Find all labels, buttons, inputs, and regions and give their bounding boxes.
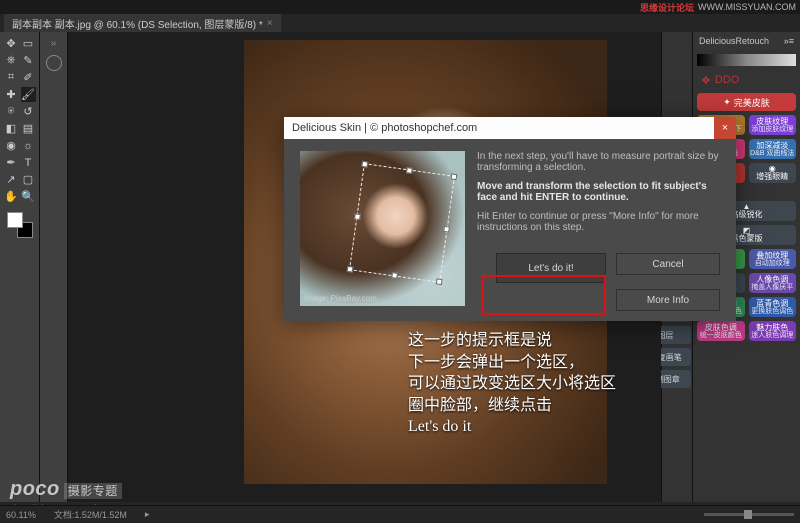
pro-badge-label: DDO [715, 74, 739, 87]
eyedropper-tool[interactable]: ✐ [21, 70, 36, 85]
dialog-text-2: Move and transform the selection to fit … [477, 181, 720, 203]
dialog-close-button[interactable]: × [714, 117, 736, 139]
dodge-burn-button[interactable]: 加深减淡D&B 双曲线法 [749, 139, 797, 159]
charm-skin-button[interactable]: 魅力肤色迷人肤色调理 [749, 321, 797, 341]
lasso-tool[interactable]: ⎈ [4, 53, 19, 68]
blue-tone-button[interactable]: 蓝青色调更换肤色调色 [749, 297, 797, 317]
skin-tone-button[interactable]: 皮肤色调统一皮肤颜色 [697, 321, 745, 341]
dialog-preview-image: Image: PixaBay.com [300, 151, 465, 306]
dialog-text-1: In the next step, you'll have to measure… [477, 151, 720, 173]
zoom-value[interactable]: 60.11% [6, 510, 36, 520]
dialog-text-3: Hit Enter to continue or press "More Inf… [477, 211, 720, 233]
image-credit: Image: PixaBay.com [304, 294, 377, 303]
close-icon[interactable]: × [267, 18, 273, 29]
eraser-tool[interactable]: ◧ [4, 121, 19, 136]
extension-panel-title: DeliciousRetouch [699, 36, 769, 46]
history-brush-tool[interactable]: ↺ [21, 104, 36, 119]
chevron-right-icon[interactable]: » [51, 38, 57, 49]
document-tab-label: 副本副本 副本.jpg @ 60.1% (DS Selection, 图层蒙版/… [12, 16, 263, 31]
marquee-tool[interactable]: ▭ [21, 36, 36, 51]
portrait-tone-button[interactable]: 人像色调掩盖人像厌平 [749, 273, 797, 293]
status-bar: 60.11% 文档:1.52M/1.52M ▸ [0, 505, 800, 523]
dialog-titlebar[interactable]: Delicious Skin | © photoshopchef.com × [284, 117, 736, 139]
shape-tool[interactable]: ▢ [21, 172, 36, 187]
cancel-button[interactable]: Cancel [616, 253, 720, 275]
blur-tool[interactable]: ◉ [4, 138, 19, 153]
site-watermark: 思缘设计论坛 WWW.MISSYUAN.COM [640, 0, 800, 14]
path-tool[interactable]: ↗ [4, 172, 19, 187]
transform-selection-outline [349, 163, 455, 283]
chevron-right-icon[interactable]: ▸ [145, 509, 150, 520]
perfect-skin-button[interactable]: ✦完美皮肤 [697, 93, 796, 111]
document-tab[interactable]: 副本副本 副本.jpg @ 60.1% (DS Selection, 图层蒙版/… [4, 14, 281, 33]
dodge-tool[interactable]: ☼ [21, 138, 36, 153]
lets-do-it-button[interactable]: Let's do it! [496, 253, 606, 283]
close-icon: × [722, 122, 728, 134]
color-swatch[interactable] [7, 212, 33, 238]
zoom-tool[interactable]: 🔍 [21, 189, 36, 204]
document-tabbar: 副本副本 副本.jpg @ 60.1% (DS Selection, 图层蒙版/… [0, 14, 800, 32]
doc-info: 文档:1.52M/1.52M [54, 508, 127, 521]
move-tool[interactable]: ✥ [4, 36, 19, 51]
overlay-texture-button[interactable]: 叠加纹理自动加纹理 [749, 249, 797, 269]
pen-tool[interactable]: ✒ [4, 155, 19, 170]
quick-select-tool[interactable]: ✎ [21, 53, 36, 68]
delicious-skin-dialog: Delicious Skin | © photoshopchef.com × I… [284, 117, 736, 321]
gradient-tool[interactable]: ▤ [21, 121, 36, 136]
clone-tool[interactable]: ⍟ [4, 104, 19, 119]
poco-watermark: poco摄影专题 [10, 478, 122, 501]
tool-palette: ✥▭ ⎈✎ ⌗✐ ✚🖌 ⍟↺ ◧▤ ◉☼ ✒T ↗▢ ✋🔍 [0, 32, 40, 502]
brush-gradient-row[interactable] [697, 54, 796, 66]
healing-tool[interactable]: ✚ [4, 87, 19, 102]
pro-badge-icon: ❖ [701, 74, 711, 87]
type-tool[interactable]: T [21, 155, 36, 170]
star-icon: ✦ [723, 97, 731, 108]
hand-tool[interactable]: ✋ [4, 189, 19, 204]
panel-menu-icon[interactable]: »≡ [784, 36, 794, 46]
dialog-title: Delicious Skin | © photoshopchef.com [292, 122, 477, 134]
tool-options-sidebar: » [40, 32, 68, 502]
tutorial-annotation: 这一步的提示框是说 下一步会弹出一个选区， 可以通过改变选区大小将选区 圈中脸部… [408, 330, 616, 438]
crop-tool[interactable]: ⌗ [4, 70, 19, 85]
more-info-button[interactable]: More Info [616, 289, 720, 311]
brush-tool[interactable]: 🖌 [21, 87, 36, 102]
enhance-eyes-button[interactable]: ◉增强眼睛 [749, 163, 797, 183]
brush-preview[interactable] [46, 55, 62, 71]
zoom-slider[interactable] [704, 513, 794, 516]
skin-texture-button[interactable]: 皮肤纹理添加皮肤纹理 [749, 115, 797, 135]
